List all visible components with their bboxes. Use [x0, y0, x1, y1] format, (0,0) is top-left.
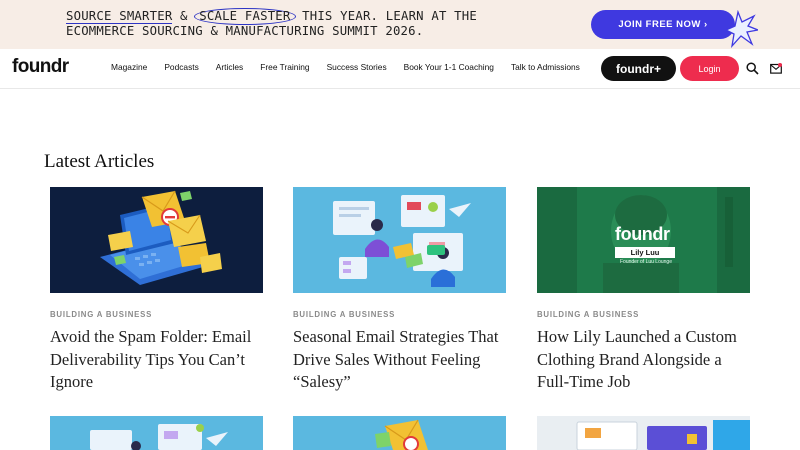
laptop-envelopes-illustration	[50, 187, 263, 293]
article-card[interactable]: BUILDING A BUSINESS Seasonal Email Strat…	[293, 187, 506, 394]
banner-text: SOURCE SMARTER & SCALE FASTER THIS YEAR.…	[66, 8, 477, 39]
mail-icon[interactable]	[770, 63, 782, 74]
foundr-logo[interactable]: foundr	[12, 56, 69, 78]
article-title[interactable]: Avoid the Spam Folder: Email Deliverabil…	[50, 326, 263, 394]
banner-highlight-scale: SCALE FASTER	[194, 8, 296, 25]
main-nav: foundr Magazine Podcasts Articles Free T…	[0, 49, 800, 89]
article-thumbnail-email-laptop[interactable]	[50, 187, 263, 293]
burst-icon	[726, 10, 758, 48]
article-card[interactable]: foundr Lily Luu Founder of Luu Lounge BU…	[537, 187, 750, 394]
thumbnail-foundr-logo: foundr	[615, 224, 670, 244]
nav-link-podcasts[interactable]: Podcasts	[164, 62, 198, 72]
envelopes-illustration	[293, 416, 506, 450]
foundr-plus-button[interactable]: foundr+	[601, 56, 676, 81]
article-thumbnail-lily-luu[interactable]: foundr Lily Luu Founder of Luu Lounge	[537, 187, 750, 293]
join-free-button[interactable]: JOIN FREE NOW ›	[591, 10, 735, 39]
article-thumbnail-row2-3[interactable]	[537, 416, 750, 450]
nav-link-free-training[interactable]: Free Training	[260, 62, 309, 72]
article-category[interactable]: BUILDING A BUSINESS	[537, 310, 750, 319]
article-thumbnail-seasonal-email[interactable]	[293, 187, 506, 293]
nav-link-magazine[interactable]: Magazine	[111, 62, 147, 72]
latest-articles-heading: Latest Articles	[44, 151, 155, 172]
article-thumbnail-row2-1[interactable]	[50, 416, 263, 450]
article-card[interactable]: BUILDING A BUSINESS Avoid the Spam Folde…	[50, 187, 263, 394]
nav-link-success-stories[interactable]: Success Stories	[327, 62, 387, 72]
article-title[interactable]: How Lily Launched a Custom Clothing Bran…	[537, 326, 750, 394]
thumbnail-name-tag: Lily Luu	[615, 247, 675, 258]
banner-amp: &	[172, 9, 196, 23]
nav-link-articles[interactable]: Articles	[216, 62, 243, 72]
banner-highlight-source: SOURCE SMARTER	[66, 9, 173, 24]
article-category[interactable]: BUILDING A BUSINESS	[293, 310, 506, 319]
email-exchange-illustration	[50, 416, 263, 450]
nav-link-admissions[interactable]: Talk to Admissions	[511, 62, 580, 72]
article-title[interactable]: Seasonal Email Strategies That Drive Sal…	[293, 326, 506, 394]
banner-line-2: ECOMMERCE SOURCING & MANUFACTURING SUMMI…	[66, 24, 424, 38]
article-category[interactable]: BUILDING A BUSINESS	[50, 310, 263, 319]
search-icon[interactable]	[746, 62, 759, 75]
dashboard-illustration	[537, 416, 750, 450]
login-button[interactable]: Login	[680, 56, 739, 81]
promo-banner: SOURCE SMARTER & SCALE FASTER THIS YEAR.…	[0, 0, 800, 49]
banner-text-rest: THIS YEAR. LEARN AT THE	[294, 9, 477, 23]
article-thumbnail-row2-2[interactable]	[293, 416, 506, 450]
nav-link-coaching[interactable]: Book Your 1-1 Coaching	[404, 62, 494, 72]
nav-links: Magazine Podcasts Articles Free Training…	[111, 62, 580, 72]
thumbnail-role-tag: Founder of Luu Lounge	[620, 259, 672, 265]
email-exchange-illustration	[293, 187, 506, 293]
